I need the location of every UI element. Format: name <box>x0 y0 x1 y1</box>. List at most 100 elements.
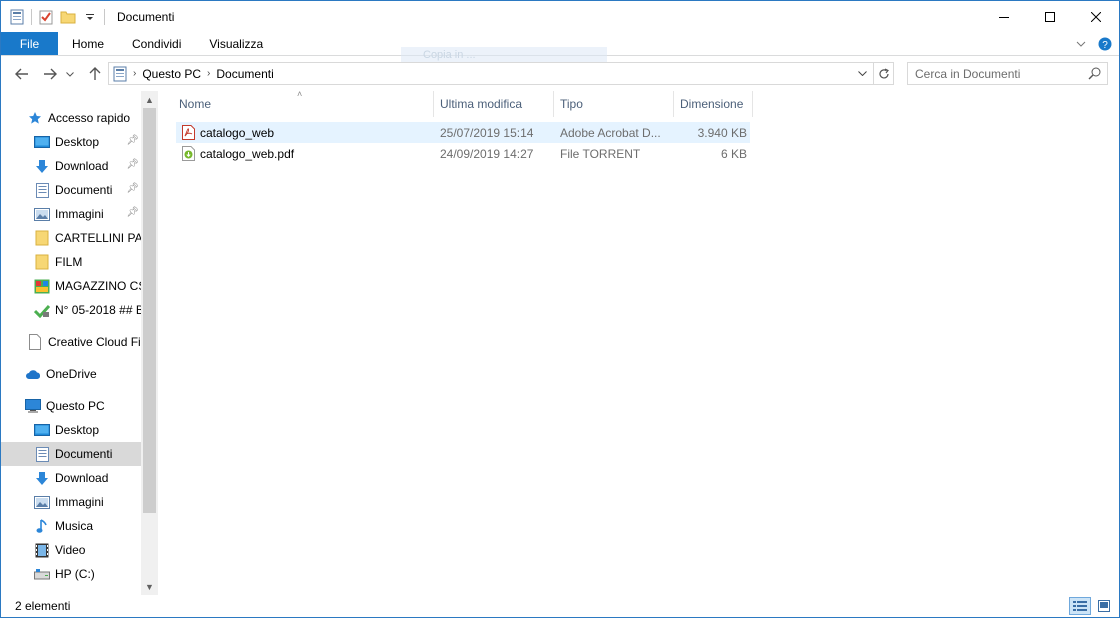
breadcrumb-chevron-icon[interactable]: › <box>133 68 136 79</box>
nav-label: Musica <box>55 519 94 533</box>
breadcrumb-chevron-icon[interactable]: › <box>207 68 210 79</box>
large-icons-view-button[interactable] <box>1093 597 1115 615</box>
help-icon[interactable]: ? <box>1095 34 1115 54</box>
video-film-icon <box>34 542 50 558</box>
details-view-button[interactable] <box>1069 597 1091 615</box>
back-button[interactable] <box>11 63 33 85</box>
scroll-down-arrow-icon[interactable]: ▼ <box>141 578 158 595</box>
breadcrumb-this-pc[interactable]: Questo PC <box>142 67 201 81</box>
minimize-button[interactable] <box>981 1 1027 32</box>
nav-qa-magazzino[interactable]: MAGAZZINO CS <box>1 274 141 298</box>
explorer-window: Documenti File Home Condividi Visualizza… <box>0 0 1120 618</box>
desktop-folder-icon <box>34 134 50 150</box>
tab-file[interactable]: File <box>1 32 58 55</box>
scroll-up-arrow-icon[interactable]: ▲ <box>141 91 158 108</box>
forward-button[interactable] <box>39 63 61 85</box>
nav-qa-documents[interactable]: Documenti 📌︎ <box>1 178 141 202</box>
toolbar-separator <box>104 8 105 25</box>
nav-label: MAGAZZINO CS <box>55 279 141 293</box>
file-type: File TORRENT <box>560 146 641 161</box>
documents-icon <box>34 182 50 198</box>
nav-label: Desktop <box>55 423 100 437</box>
drive-icon <box>34 566 50 582</box>
nav-qa-film[interactable]: FILM <box>1 250 141 274</box>
column-header-modified[interactable]: Ultima modifica <box>434 91 554 117</box>
pin-icon[interactable]: 📌︎ <box>126 183 139 194</box>
nav-pc-video[interactable]: Video <box>1 538 141 562</box>
nav-creative-cloud[interactable]: Creative Cloud Fil <box>1 330 141 354</box>
search-icon[interactable] <box>1088 67 1101 83</box>
nav-pc-pictures[interactable]: Immagini <box>1 490 141 514</box>
file-modified: 25/07/2019 15:14 <box>440 125 534 140</box>
nav-label: Accesso rapido <box>48 111 131 125</box>
nav-pc-desktop[interactable]: Desktop <box>1 418 141 442</box>
nav-onedrive[interactable]: OneDrive <box>1 362 141 386</box>
properties-check-icon[interactable] <box>38 9 54 25</box>
minimize-icon <box>999 16 1009 18</box>
nav-label: Download <box>55 159 109 173</box>
pin-icon[interactable]: 📌︎ <box>126 135 139 146</box>
nav-label: Immagini <box>55 495 104 509</box>
svg-text:?: ? <box>1102 40 1108 51</box>
refresh-icon <box>878 67 889 78</box>
nav-qa-pictures[interactable]: Immagini 📌︎ <box>1 202 141 226</box>
maximize-icon <box>1045 11 1055 22</box>
refresh-button[interactable] <box>873 63 893 84</box>
nav-label: Documenti <box>55 183 113 197</box>
address-bar[interactable]: › Questo PC › Documenti <box>108 62 894 85</box>
expand-ribbon-chevron-icon[interactable] <box>1071 34 1091 54</box>
file-row[interactable]: catalogo_web 25/07/2019 15:14 Adobe Acro… <box>176 122 750 143</box>
nav-label: OneDrive <box>46 367 97 381</box>
chevron-down-icon <box>857 71 867 76</box>
nav-label: Download <box>55 471 109 485</box>
nav-qa-cartellini[interactable]: CARTELLINI PAR <box>1 226 141 250</box>
cloud-icon <box>25 366 41 382</box>
nav-qa-n05[interactable]: N° 05-2018 ## B <box>1 298 141 322</box>
nav-qa-download[interactable]: Download 📌︎ <box>1 154 141 178</box>
tab-share[interactable]: Condividi <box>118 32 195 55</box>
column-header-type[interactable]: Tipo <box>554 91 674 117</box>
customize-toolbar-chevron-icon[interactable] <box>82 9 98 25</box>
torrent-icon <box>182 143 198 164</box>
view-switcher <box>1067 597 1115 615</box>
nav-pc-download[interactable]: Download <box>1 466 141 490</box>
pin-icon[interactable]: 📌︎ <box>126 207 139 218</box>
breadcrumb-documents[interactable]: Documenti <box>216 67 273 81</box>
nav-pc-documents[interactable]: Documenti <box>1 442 141 466</box>
nav-quick-access[interactable]: Accesso rapido <box>1 106 141 130</box>
nav-this-pc[interactable]: Questo PC <box>1 394 141 418</box>
explorer-document-icon[interactable] <box>9 9 25 25</box>
nav-pc-music[interactable]: Musica <box>1 514 141 538</box>
tab-home[interactable]: Home <box>58 32 118 55</box>
network-folder-icon <box>34 302 50 318</box>
pin-icon[interactable]: 📌︎ <box>126 159 139 170</box>
search-placeholder: Cerca in Documenti <box>915 66 1021 81</box>
nav-label: N° 05-2018 ## B <box>55 303 141 317</box>
maximize-button[interactable] <box>1027 1 1073 32</box>
recent-locations-button[interactable] <box>63 63 77 85</box>
nav-pc-drive-c[interactable]: HP (C:) <box>1 562 141 586</box>
nav-scrollbar[interactable]: ▲ ▼ <box>141 91 158 595</box>
address-history-dropdown[interactable] <box>853 63 871 84</box>
forward-arrow-icon <box>44 68 57 80</box>
address-row: › Questo PC › Documenti Cerca in Documen… <box>1 57 1119 91</box>
nav-qa-desktop[interactable]: Desktop 📌︎ <box>1 130 141 154</box>
item-count: 2 elementi <box>15 599 71 613</box>
nav-label: Questo PC <box>46 399 105 413</box>
file-row[interactable]: catalogo_web.pdf 24/09/2019 14:27 File T… <box>176 143 750 164</box>
column-header-size[interactable]: Dimensione <box>674 91 753 117</box>
folder-icon <box>34 230 50 246</box>
column-header-name[interactable]: Nome <box>173 91 434 117</box>
window-title: Documenti <box>117 9 175 24</box>
close-button[interactable] <box>1073 1 1119 32</box>
documents-location-icon <box>113 66 127 82</box>
file-type: Adobe Acrobat D... <box>560 125 661 140</box>
file-list: ˄ Nome Ultima modifica Tipo Dimensione c… <box>171 89 1119 595</box>
search-input[interactable]: Cerca in Documenti <box>907 62 1108 85</box>
tab-view[interactable]: Visualizza <box>195 32 277 55</box>
new-folder-icon[interactable] <box>60 9 76 25</box>
scrollbar-thumb[interactable] <box>143 108 156 513</box>
quick-access-toolbar <box>1 1 111 32</box>
up-button[interactable] <box>84 63 106 85</box>
close-icon <box>1091 11 1101 22</box>
